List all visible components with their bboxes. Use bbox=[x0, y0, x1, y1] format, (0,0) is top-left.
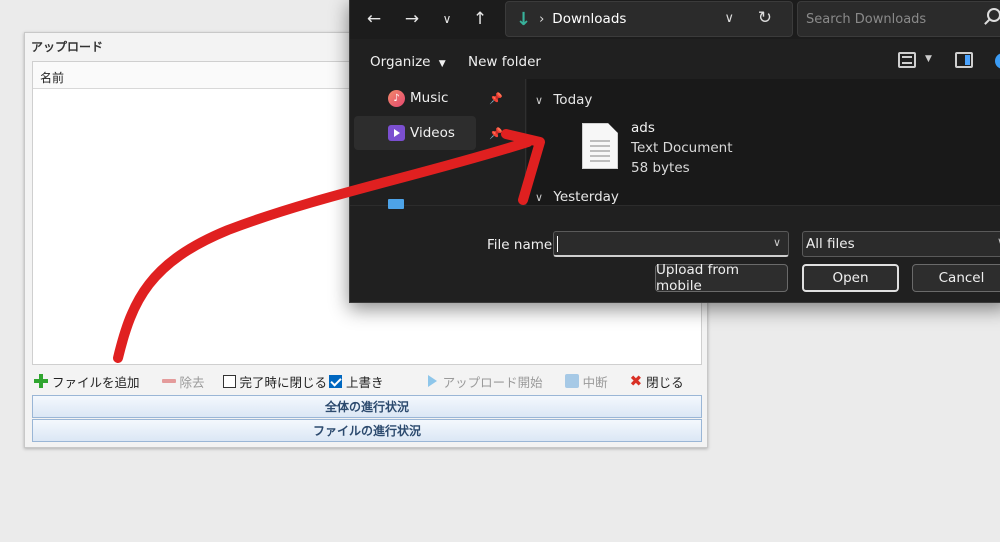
group-header-yesterday[interactable]: ∨ Yesterday bbox=[535, 189, 619, 205]
music-icon: ♪ bbox=[388, 90, 405, 107]
address-bar[interactable]: ↓ › Downloads ∨ ↻ bbox=[505, 1, 793, 37]
play-icon bbox=[427, 375, 437, 387]
file-size: 58 bytes bbox=[631, 160, 690, 176]
open-button[interactable]: Open bbox=[802, 264, 899, 292]
file-type: Text Document bbox=[631, 140, 733, 156]
new-folder-button[interactable]: New folder bbox=[468, 54, 541, 70]
recent-locations-chevron-icon[interactable]: ∨ bbox=[435, 7, 459, 31]
remove-button[interactable]: 除去 bbox=[161, 372, 205, 391]
checkbox-unchecked-icon bbox=[222, 374, 236, 388]
computer-icon bbox=[388, 199, 404, 209]
add-files-button[interactable]: ファイルを追加 bbox=[34, 372, 140, 391]
abort-button[interactable]: 中断 bbox=[564, 372, 608, 391]
minus-icon bbox=[161, 374, 176, 388]
text-document-icon bbox=[582, 123, 618, 169]
dialog-command-bar: Organize ▼ New folder ▼ bbox=[350, 43, 1000, 79]
address-dropdown-icon[interactable]: ∨ bbox=[724, 11, 734, 26]
plus-icon bbox=[34, 374, 48, 388]
overall-progress-bar: 全体の進行状況 bbox=[32, 395, 702, 418]
collapse-chevron-icon: ∨ bbox=[535, 191, 544, 204]
file-name-input[interactable] bbox=[553, 231, 789, 257]
close-icon: ✖ bbox=[629, 371, 643, 390]
breadcrumb-downloads[interactable]: Downloads bbox=[552, 11, 626, 27]
view-options-icon[interactable] bbox=[898, 52, 916, 68]
pin-icon: 📌 bbox=[489, 126, 503, 140]
file-type-filter-select[interactable]: All files ∨ bbox=[802, 231, 1000, 257]
dialog-bottom-pane: File name: ∨ All files ∨ Upload from mob… bbox=[350, 199, 1000, 302]
start-upload-button[interactable]: アップロード開始 bbox=[426, 372, 543, 391]
search-input[interactable]: Search Downloads bbox=[797, 1, 1000, 37]
file-name-label: File name: bbox=[487, 237, 557, 253]
download-icon: ↓ bbox=[516, 8, 532, 30]
forward-arrow-icon[interactable]: → bbox=[400, 7, 424, 31]
videos-icon bbox=[388, 125, 405, 141]
cancel-button[interactable]: Cancel bbox=[912, 264, 1000, 292]
file-list-view[interactable]: ∨ Today ads Text Document 58 bytes ∨ Yes… bbox=[527, 79, 1000, 205]
upload-title: アップロード bbox=[31, 40, 104, 54]
back-arrow-icon[interactable]: ← bbox=[362, 7, 386, 31]
group-header-today[interactable]: ∨ Today bbox=[535, 92, 592, 108]
refresh-icon[interactable]: ↻ bbox=[758, 8, 772, 28]
up-arrow-icon[interactable]: ↑ bbox=[468, 7, 492, 31]
help-icon[interactable] bbox=[995, 53, 1000, 69]
collapse-chevron-icon: ∨ bbox=[535, 94, 544, 107]
checkbox-checked-icon bbox=[329, 374, 343, 388]
close-on-complete-checkbox[interactable]: 完了時に閉じる bbox=[222, 372, 327, 391]
file-open-dialog: ← → ∨ ↑ ↓ › Downloads ∨ ↻ Search Downloa… bbox=[349, 0, 1000, 303]
upload-from-mobile-button[interactable]: Upload from mobile bbox=[655, 262, 788, 294]
overwrite-checkbox[interactable]: 上書き bbox=[329, 372, 384, 391]
close-button[interactable]: ✖ 閉じる bbox=[630, 372, 684, 391]
file-name: ads bbox=[631, 120, 655, 136]
view-caret-icon[interactable]: ▼ bbox=[925, 54, 932, 64]
upload-toolbar: ファイルを追加 除去 完了時に閉じる 上書き アップロード開始 中断 ✖ 閉じる bbox=[32, 370, 702, 392]
nav-item-music[interactable]: ♪ Music 📌 bbox=[354, 81, 503, 115]
breadcrumb-chevron-icon[interactable]: › bbox=[539, 12, 544, 27]
preview-pane-icon[interactable] bbox=[955, 52, 973, 68]
search-icon[interactable] bbox=[987, 8, 1000, 22]
nav-item-videos[interactable]: Videos 📌 bbox=[354, 116, 503, 150]
organize-menu[interactable]: Organize ▼ bbox=[370, 54, 446, 70]
file-name-dropdown-icon[interactable]: ∨ bbox=[773, 236, 781, 249]
navigation-pane: ♪ Music 📌 Videos 📌 bbox=[350, 79, 526, 250]
pin-icon: 📌 bbox=[489, 91, 503, 105]
file-progress-bar: ファイルの進行状況 bbox=[32, 419, 702, 442]
text-caret bbox=[557, 236, 558, 252]
caret-down-icon: ▼ bbox=[438, 59, 446, 69]
dialog-nav-row: ← → ∨ ↑ ↓ › Downloads ∨ ↻ Search Downloa… bbox=[350, 0, 1000, 39]
stop-icon bbox=[564, 374, 579, 388]
